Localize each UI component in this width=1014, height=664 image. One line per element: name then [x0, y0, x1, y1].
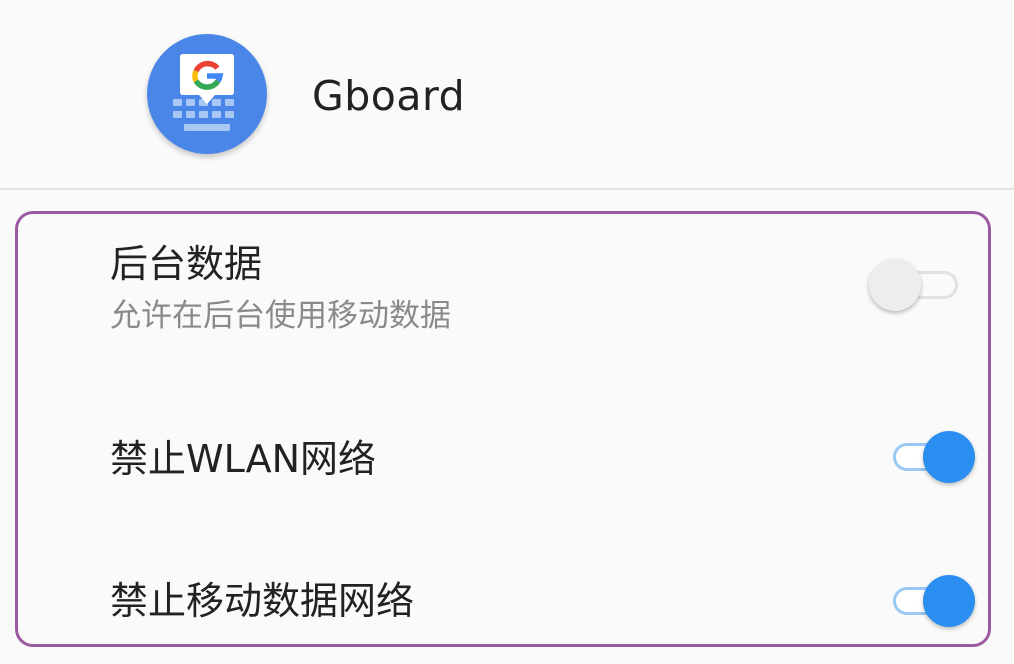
background-data-toggle[interactable] [869, 257, 962, 313]
setting-title: 禁止WLAN网络 [110, 437, 377, 481]
toggle-thumb [923, 575, 975, 627]
setting-subtitle: 允许在后台使用移动数据 [110, 298, 451, 334]
setting-title: 禁止移动数据网络 [110, 579, 415, 623]
setting-title: 后台数据 [110, 242, 263, 286]
toggle-thumb [923, 431, 975, 483]
app-name: Gboard [312, 72, 466, 120]
setting-background-data[interactable]: 后台数据 允许在后台使用移动数据 [18, 214, 988, 354]
setting-block-wlan[interactable]: 禁止WLAN网络 [18, 394, 988, 514]
network-settings-panel: 后台数据 允许在后台使用移动数据 禁止WLAN网络 禁止移动数据网络 [15, 211, 991, 647]
app-header: Gboard [0, 0, 1014, 188]
gboard-icon [147, 34, 267, 154]
toggle-thumb [869, 259, 921, 311]
block-wlan-toggle[interactable] [889, 429, 979, 485]
block-mobile-data-toggle[interactable] [889, 573, 979, 629]
header-divider [0, 188, 1014, 190]
setting-block-mobile-data[interactable]: 禁止移动数据网络 [18, 544, 988, 644]
